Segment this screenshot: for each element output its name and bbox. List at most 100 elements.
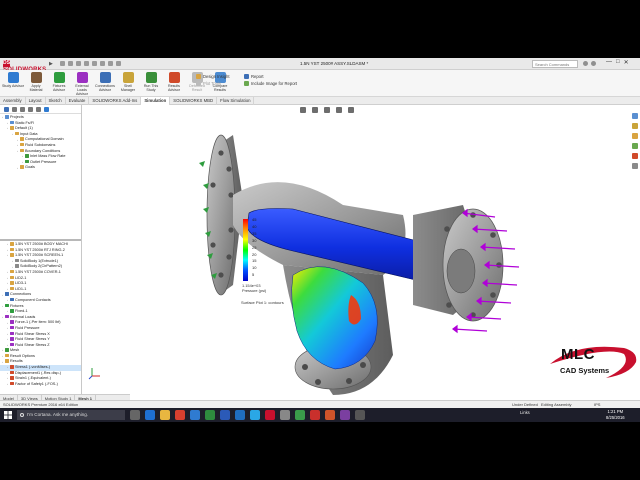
tree-node-icon (10, 309, 14, 313)
study-advisor-button[interactable]: Study Advisor (2, 72, 24, 96)
powerpoint-icon[interactable] (325, 410, 335, 420)
system-tray-links[interactable]: Links (520, 410, 530, 415)
new-icon[interactable] (60, 61, 65, 66)
rebuild-icon[interactable] (108, 61, 113, 66)
word-icon[interactable] (220, 410, 230, 420)
report-button[interactable]: Report (244, 73, 297, 80)
tree-node-icon (5, 115, 9, 119)
section-view-icon[interactable] (324, 107, 330, 113)
tree-node-icon (5, 292, 9, 296)
edge-icon[interactable] (145, 410, 155, 420)
user-icon[interactable] (591, 61, 596, 66)
tab-mbd[interactable]: SOLIDWORKS MBD (170, 97, 218, 105)
tree-node-icon (10, 242, 14, 246)
design-library-icon[interactable] (632, 123, 638, 129)
flow-analysis-icon[interactable] (44, 107, 49, 112)
close-button[interactable]: ✕ (624, 59, 629, 66)
settings-icon[interactable] (280, 410, 290, 420)
tree-item-label: Goals (25, 165, 35, 170)
plot-tools-button[interactable]: Plot Tools (196, 80, 230, 87)
app-logo[interactable]: DSSOLIDWORKS (3, 60, 47, 73)
appearances-icon[interactable] (632, 153, 638, 159)
undo-icon[interactable] (92, 61, 97, 66)
select-icon[interactable] (100, 61, 105, 66)
configuration-manager-icon[interactable] (20, 107, 25, 112)
custom-properties-icon[interactable] (632, 163, 638, 169)
apply-material-button[interactable]: Apply Material (25, 72, 47, 96)
view-palette-icon[interactable] (632, 143, 638, 149)
tab-layout[interactable]: Layout (26, 97, 46, 105)
windows-start-icon[interactable] (4, 411, 12, 419)
tree-node-icon (10, 275, 14, 280)
legend-ticks: 45 40 35 30 25 20 15 10 5 (252, 217, 256, 279)
tree-item[interactable]: › Factor of Safety1 (-FOS-) (0, 381, 81, 388)
file-explorer-icon[interactable] (632, 133, 638, 139)
taskbar-clock[interactable]: 1:21 PM 8/25/2016 (606, 409, 625, 420)
feature-manager-icon[interactable] (4, 107, 9, 112)
tab-evaluate[interactable]: Evaluate (66, 97, 90, 105)
resources-icon[interactable] (632, 113, 638, 119)
results-advisor-button[interactable]: Results Advisor (163, 72, 185, 96)
tab-flow-simulation[interactable]: Flow Simulation (217, 97, 255, 105)
external-loads-button[interactable]: External Loads Advisor (71, 72, 93, 96)
tree-item-label: 1.5N YST 2500# BODY MACHI (15, 242, 68, 247)
plot-title: Surface Plot 1: contours (241, 300, 284, 305)
display-manager-icon[interactable] (36, 107, 41, 112)
shell-manager-button[interactable]: Shell Manager (117, 72, 139, 96)
tree-item-label: Input Data (20, 131, 38, 136)
fixtures-advisor-button[interactable]: Fixtures Advisor (48, 72, 70, 96)
connections-advisor-button[interactable]: Connections Advisor (94, 72, 116, 96)
open-icon[interactable] (68, 61, 73, 66)
view-orientation-icon[interactable] (336, 107, 342, 113)
status-edition: SOLIDWORKS Premium 2016 x64 Edition (3, 402, 79, 407)
tree-item-label: Fixed-1 (15, 309, 28, 314)
tab-simulation[interactable]: Simulation (141, 97, 171, 105)
tab-addins[interactable]: SOLIDWORKS Add-Ins (89, 97, 142, 105)
tree-item-label: 1.5N YST 2500# COVER-1 (15, 270, 61, 275)
tree-node-icon (15, 131, 19, 136)
menu-arrow-icon[interactable]: ▶ (49, 61, 53, 67)
camtasia-icon[interactable] (295, 410, 305, 420)
tree-node-icon (5, 314, 9, 319)
tree-node-icon (10, 325, 14, 330)
chrome-icon[interactable] (175, 410, 185, 420)
tree-item-label: Fluid Shear Stress X (15, 331, 50, 336)
options-icon[interactable] (116, 61, 121, 66)
tree-node-icon (10, 342, 14, 347)
file-explorer-icon[interactable] (160, 410, 170, 420)
acrobat-icon[interactable] (310, 410, 320, 420)
solidworks-taskbar-icon[interactable] (265, 410, 275, 420)
display-style-icon[interactable] (348, 107, 354, 113)
external-loads-icon (76, 72, 88, 83)
status-units[interactable]: IPS (594, 401, 600, 408)
store-icon[interactable] (190, 410, 200, 420)
tab-sketch[interactable]: Sketch (46, 97, 66, 105)
cortana-search-box[interactable]: I'm Cortana. Ask me anything. (17, 410, 125, 420)
tree-item-label: Fluid Shear Stress Y (15, 337, 50, 342)
tree-item[interactable]: › Goals (0, 165, 81, 171)
maximize-button[interactable]: □ (616, 59, 620, 66)
property-manager-icon[interactable] (12, 107, 17, 112)
excel-icon[interactable] (205, 410, 215, 420)
app-icon[interactable] (355, 410, 365, 420)
help-icon[interactable] (583, 61, 588, 66)
save-icon[interactable] (76, 61, 81, 66)
tree-node-icon (10, 269, 14, 274)
design-insight-button[interactable]: Design Insight (196, 73, 230, 80)
legend-tick: 30 (252, 237, 257, 243)
minimize-button[interactable]: — (606, 59, 612, 66)
dimxpert-icon[interactable] (28, 107, 33, 112)
tree-splitter[interactable] (0, 239, 81, 241)
search-commands-input[interactable]: Search Commands (532, 60, 578, 68)
tree-item-label: Default (1) (15, 126, 33, 131)
tab-assembly[interactable]: Assembly (0, 97, 26, 105)
include-image-button[interactable]: Include Image for Report (244, 80, 297, 87)
onenote-icon[interactable] (340, 410, 350, 420)
skype-icon[interactable] (250, 410, 260, 420)
run-study-button[interactable]: Run This Study (140, 72, 162, 96)
zoom-area-icon[interactable] (312, 107, 318, 113)
print-icon[interactable] (84, 61, 89, 66)
zoom-fit-icon[interactable] (300, 107, 306, 113)
outlook-icon[interactable] (235, 410, 245, 420)
task-view-icon[interactable] (130, 410, 140, 420)
